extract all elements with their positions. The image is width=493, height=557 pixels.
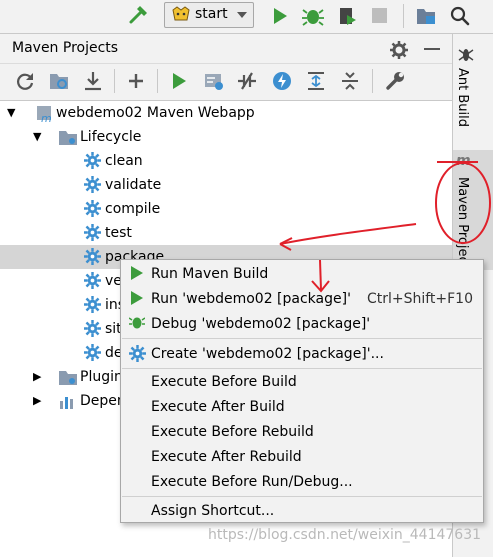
watermark: https://blog.csdn.net/weixin_44147631 [208, 527, 482, 543]
red-annotation-overlay [279, 161, 491, 293]
